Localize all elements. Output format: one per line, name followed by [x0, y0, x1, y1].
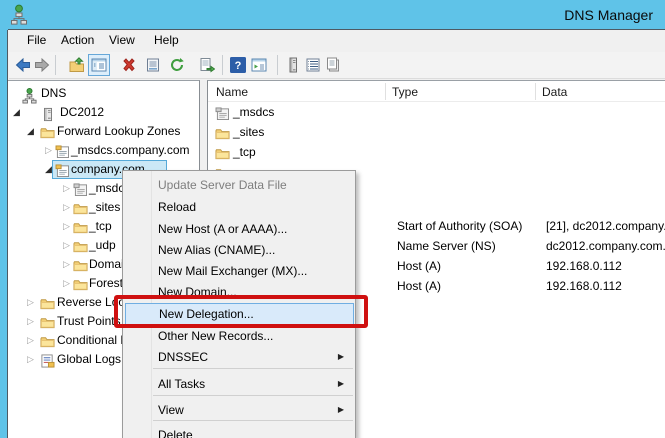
list-row-name: _sites — [233, 123, 264, 142]
menu-separator — [153, 420, 353, 421]
menu-item-dnssec[interactable]: DNSSEC▶ — [125, 346, 354, 368]
list-row-msdcs[interactable]: _msdcs — [208, 103, 665, 122]
column-header-data[interactable]: Data — [542, 85, 567, 99]
expand-arrow-icon[interactable]: ▷ — [63, 217, 70, 236]
menu-separator — [153, 395, 353, 396]
expand-arrow-icon[interactable]: ▷ — [63, 198, 70, 217]
menu-bar: File Action View Help — [9, 30, 665, 52]
tree-item-label: Trust Points — [57, 312, 121, 331]
help-icon[interactable]: ? — [230, 57, 246, 73]
list-row-name: _msdcs — [233, 103, 274, 122]
column-header-name[interactable]: Name — [216, 85, 248, 99]
toolbar: ? — [9, 52, 665, 79]
expand-arrow-icon[interactable]: ▷ — [27, 312, 34, 331]
tree-item-forward-lookup-zones[interactable]: ◢ Forward Lookup Zones — [8, 122, 200, 141]
menu-item-delete[interactable]: Delete — [125, 424, 354, 438]
list-row-name: _tcp — [233, 143, 256, 162]
submenu-arrow-icon: ▶ — [338, 373, 344, 395]
column-divider[interactable] — [535, 83, 536, 100]
list-row-sites[interactable]: _sites — [208, 123, 665, 142]
menu-item-all-tasks[interactable]: All Tasks▶ — [125, 373, 354, 395]
tree-item--msdcs-company-com[interactable]: ▷ _msdcs.company.com — [8, 141, 200, 160]
toolbar-separator — [55, 55, 56, 75]
show-console-tree-icon[interactable] — [88, 54, 110, 76]
menu-item-other-new-records[interactable]: Other New Records... — [125, 325, 354, 347]
record-type: Start of Authority (SOA) — [397, 217, 522, 236]
menu-item-update-server-data-file: Update Server Data File — [125, 174, 354, 196]
expand-arrow-icon[interactable]: ▷ — [45, 141, 52, 160]
menu-file[interactable]: File — [27, 33, 46, 47]
record-data: 192.168.0.112 — [546, 277, 622, 296]
expand-arrow-icon[interactable]: ▷ — [63, 255, 70, 274]
menu-view[interactable]: View — [109, 33, 135, 47]
tree-item-label: DC2012 — [60, 103, 104, 122]
submenu-arrow-icon: ▶ — [338, 346, 344, 368]
submenu-arrow-icon: ▶ — [338, 399, 344, 421]
expand-arrow-icon[interactable]: ▷ — [27, 331, 34, 350]
column-header-type[interactable]: Type — [392, 85, 418, 99]
svg-text:?: ? — [235, 60, 242, 72]
list-view-icon[interactable] — [305, 57, 321, 73]
record-type: Host (A) — [397, 257, 441, 276]
window-border — [0, 30, 8, 438]
annotation-box — [114, 295, 368, 328]
menu-item-new-host-a-or-aaaa[interactable]: New Host (A or AAAA)... — [125, 218, 354, 240]
expand-arrow-icon[interactable]: ▷ — [63, 274, 70, 293]
list-row-tcp[interactable]: _tcp — [208, 143, 665, 162]
tree-item-label: DNS — [41, 84, 66, 103]
record-type: Host (A) — [397, 277, 441, 296]
menu-item-view[interactable]: View▶ — [125, 399, 354, 421]
toolbar-separator — [222, 55, 223, 75]
server-icon[interactable] — [285, 57, 301, 73]
refresh-icon[interactable] — [169, 57, 185, 73]
title-bar[interactable]: DNS Manager — [0, 0, 665, 30]
tree-item-label: Global Logs — [57, 350, 121, 369]
tree-item-label: _sites — [89, 198, 120, 217]
menu-action[interactable]: Action — [61, 33, 94, 47]
expand-arrow-icon[interactable]: ▷ — [27, 293, 34, 312]
tree-item-label: _msdcs.company.com — [71, 141, 189, 160]
record-data: dc2012.company.com. — [546, 237, 665, 256]
record-data: 192.168.0.112 — [546, 257, 622, 276]
forward-icon[interactable] — [34, 57, 50, 73]
menu-help[interactable]: Help — [154, 33, 179, 47]
tree-item-dns[interactable]: DNS — [8, 84, 200, 103]
tree-item-label: _udp — [89, 236, 116, 255]
dns-app-icon — [10, 4, 28, 26]
back-icon[interactable] — [15, 57, 31, 73]
record-type: Name Server (NS) — [397, 237, 496, 256]
expand-arrow-icon[interactable]: ▷ — [63, 179, 70, 198]
clipboard-icon[interactable] — [325, 57, 341, 73]
record-data: [21], dc2012.company. — [546, 217, 665, 236]
properties-icon[interactable] — [145, 57, 161, 73]
collapse-arrow-icon[interactable]: ◢ — [27, 122, 34, 141]
console-window-icon[interactable] — [251, 57, 267, 73]
export-list-icon[interactable] — [199, 57, 215, 73]
up-one-level-icon[interactable] — [69, 57, 85, 73]
menu-item-new-mail-exchanger-mx[interactable]: New Mail Exchanger (MX)... — [125, 260, 354, 282]
expand-arrow-icon[interactable]: ▷ — [27, 350, 34, 369]
list-header: Name Type Data — [208, 82, 665, 102]
window-title: DNS Manager — [564, 7, 653, 23]
delete-icon[interactable] — [121, 57, 137, 73]
expand-arrow-icon[interactable]: ▷ — [63, 236, 70, 255]
menu-item-new-alias-cname[interactable]: New Alias (CNAME)... — [125, 239, 354, 261]
tree-item-label: Forward Lookup Zones — [57, 122, 180, 141]
menu-item-reload[interactable]: Reload — [125, 196, 354, 218]
column-divider[interactable] — [385, 83, 386, 100]
collapse-arrow-icon[interactable]: ◢ — [13, 103, 20, 122]
menu-separator — [153, 368, 353, 369]
tree-item-dc2012[interactable]: ◢ DC2012 — [8, 103, 200, 122]
collapse-arrow-icon[interactable]: ◢ — [45, 160, 52, 179]
dns-manager-window: DNS Manager File Action View Help ? DNS◢… — [0, 0, 665, 438]
tree-item-label: _tcp — [89, 217, 112, 236]
toolbar-separator — [277, 55, 278, 75]
